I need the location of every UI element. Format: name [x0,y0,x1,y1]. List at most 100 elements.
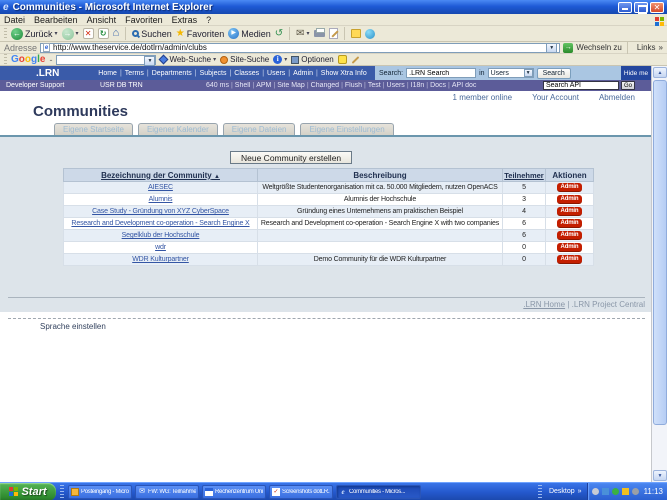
lrn-project-central-link[interactable]: .LRN Project Central [572,300,645,309]
dev-link-flush[interactable]: Flush [345,82,362,89]
google-search-dropdown-icon[interactable]: ▼ [144,56,155,66]
home-button[interactable]: ⌂ [113,28,120,39]
info-dropdown-icon[interactable]: ▾ [284,56,287,63]
go-icon[interactable]: → [563,43,573,53]
dev-link-docs[interactable]: Docs [430,82,446,89]
taskbar-task-fw-wg-teilnahme-v[interactable]: ✉FW: WG: Teilnahme v... [135,485,199,499]
community-link-wdr-kulturpartner[interactable]: WDR Kulturpartner [132,256,189,263]
google-search-input[interactable]: ▼ [56,55,156,65]
address-dropdown-icon[interactable]: ▼ [546,43,557,53]
tray-icon-5[interactable] [632,488,639,495]
create-community-button[interactable]: Neue Community erstellen [230,151,352,164]
nav-link-home[interactable]: Home [98,70,117,77]
web-search-button[interactable]: Web-Suche ▾ [160,55,216,64]
close-button[interactable]: ✕ [650,2,664,13]
minimize-button[interactable] [618,2,632,13]
menu-item-extras[interactable]: Extras [172,15,198,25]
refresh-button[interactable]: ↻ [98,28,109,39]
edit-button[interactable] [329,28,338,39]
links-chevron-icon[interactable]: » [659,43,663,52]
admin-action-button[interactable]: Admin [557,219,583,228]
scrollbar-thumb[interactable] [653,80,667,425]
address-input[interactable]: e http://www.theservice.de/dotlrn/admin/… [40,43,560,53]
scroll-down-button[interactable]: ▼ [653,470,667,481]
tab-eigener-kalender[interactable]: Eigener Kalender [138,123,218,135]
taskbar-task-communities-micros[interactable]: eCommunities - Micros... [336,485,421,499]
community-link-research-and-development-co-operation-search-engine-x[interactable]: Research and Development co-operation - … [71,220,249,227]
menu-item-favoriten[interactable]: Favoriten [125,15,163,25]
nav-link-users[interactable]: Users [267,70,285,77]
taskbar-task-screenshots-dotlr[interactable]: ✓Screenshots dotLR... [269,485,333,499]
nav-link-show-xtra-info[interactable]: Show Xtra Info [321,70,367,77]
dev-link-640-ms[interactable]: 640 ms [206,82,229,89]
nav-link-admin[interactable]: Admin [293,70,313,77]
lrn-home-link[interactable]: .LRN Home [523,300,565,309]
your-account-link[interactable]: Your Account [532,93,579,102]
lrn-search-scope-select[interactable]: Users ▼ [488,68,534,78]
page-info-button[interactable]: i ▾ [273,55,287,64]
dev-link-api-doc[interactable]: API doc [452,82,477,89]
toolbar-gripper[interactable] [4,54,7,66]
dev-link-shell[interactable]: Shell [235,82,251,89]
admin-action-button[interactable]: Admin [557,243,583,252]
api-search-go-button[interactable]: Go [621,81,635,90]
community-link-case-study-gr-ndung-von-xyz-cyberspace[interactable]: Case Study - Gründung von XYZ CyberSpace [92,208,229,215]
tray-icon-1[interactable] [592,488,599,495]
pencil-icon[interactable] [351,56,359,64]
dev-link-users[interactable]: Users [387,82,405,89]
nav-link-departments[interactable]: Departments [152,70,192,77]
admin-action-button[interactable]: Admin [557,255,583,264]
stop-button[interactable]: ✕ [83,28,94,39]
history-button[interactable]: ↺ [275,29,283,39]
go-label[interactable]: Wechseln zu [576,43,622,52]
scroll-up-button[interactable]: ▲ [653,67,667,78]
menu-item-[interactable]: ? [206,15,211,25]
back-dropdown-icon[interactable]: ▾ [55,30,58,37]
links-toolbar-label[interactable]: Links [637,43,656,52]
forward-dropdown-icon[interactable]: ▾ [76,30,79,37]
favorites-button[interactable]: ★ Favoriten [176,29,225,39]
toolbar-gripper[interactable] [4,28,7,40]
lrn-search-input[interactable] [406,68,476,78]
admin-action-button[interactable]: Admin [557,207,583,216]
admin-action-button[interactable]: Admin [557,195,583,204]
web-search-dropdown-icon[interactable]: ▾ [213,56,216,63]
messenger-button[interactable] [365,29,375,39]
logout-link[interactable]: Abmelden [599,93,635,102]
nav-link-terms[interactable]: Terms [125,70,144,77]
tray-icon-2[interactable] [602,488,609,495]
start-button[interactable]: Start [0,483,56,500]
nav-link-subjects[interactable]: Subjects [200,70,227,77]
dev-link-apm[interactable]: APM [256,82,271,89]
highlighter-icon[interactable] [338,55,347,64]
desktop-toolbar-label[interactable]: Desktop [549,488,575,495]
menu-item-ansicht[interactable]: Ansicht [87,15,117,25]
mail-dropdown-icon[interactable]: ▾ [307,30,310,37]
dev-link-test[interactable]: Test [368,82,381,89]
search-button[interactable]: Suchen [132,29,172,39]
media-button[interactable]: ▶ Medien [228,28,271,39]
options-button[interactable]: Optionen [291,55,333,64]
menu-item-bearbeiten[interactable]: Bearbeiten [34,15,78,25]
admin-action-button[interactable]: Admin [557,183,583,192]
tab-eigene-einstellungen[interactable]: Eigene Einstellungen [300,123,393,135]
tab-eigene-dateien[interactable]: Eigene Dateien [223,123,296,135]
mail-button[interactable]: ✉ ▾ [296,29,309,39]
dev-link-site-map[interactable]: Site Map [277,82,305,89]
community-link-segelklub-der-hochschule[interactable]: Segelklub der Hochschule [122,232,200,239]
lrn-search-button[interactable]: Search [537,68,571,79]
print-button[interactable] [314,30,325,37]
nav-link-classes[interactable]: Classes [234,70,259,77]
discuss-button[interactable] [351,29,361,38]
developer-support-link[interactable]: Developer Support [0,82,100,89]
api-search-input[interactable] [543,81,619,90]
sort-by-members-link[interactable]: Teilnehmer [504,171,543,180]
admin-action-button[interactable]: Admin [557,231,583,240]
forward-button[interactable]: → ▾ [62,28,79,40]
menu-item-datei[interactable]: Datei [4,15,25,25]
hide-me-button[interactable]: Hide me [621,66,651,80]
tray-icon-3[interactable] [612,488,619,495]
desktop-chevron-icon[interactable]: » [578,488,582,495]
back-button[interactable]: ← Zurück ▾ [11,28,58,40]
sort-by-name-link[interactable]: Bezeichnung der Community ▲ [101,171,220,180]
